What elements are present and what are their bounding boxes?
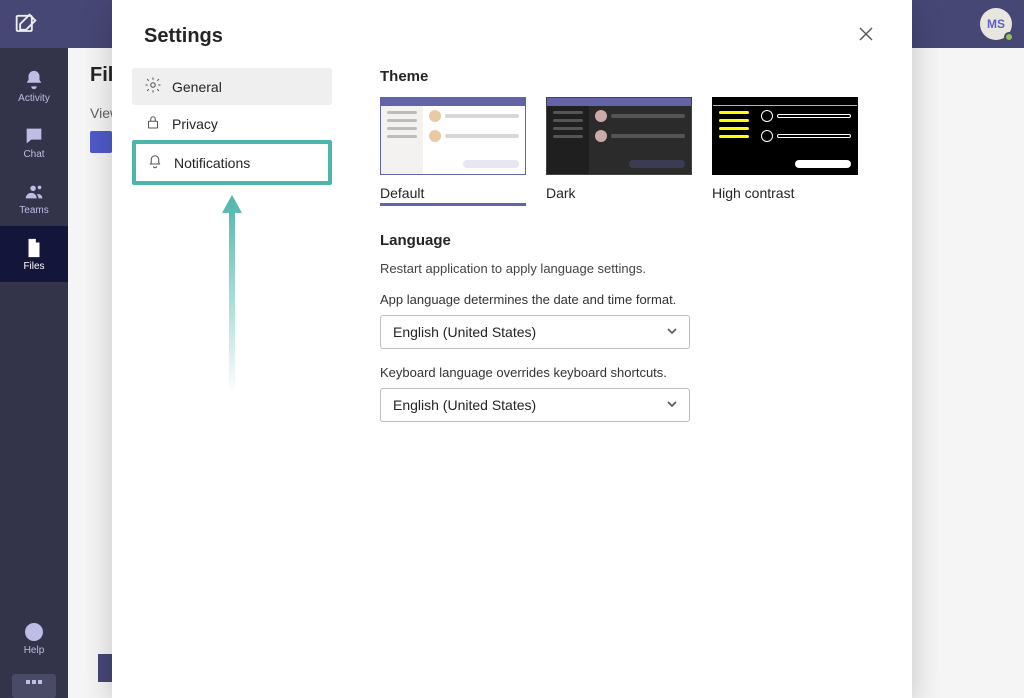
settings-content: Theme xyxy=(380,68,880,698)
app-language-desc: App language determines the date and tim… xyxy=(380,292,880,307)
keyboard-language-select[interactable]: English (United States) xyxy=(380,388,690,422)
select-value: English (United States) xyxy=(393,397,536,413)
modal-overlay: Settings General xyxy=(0,0,1024,698)
settings-nav-general[interactable]: General xyxy=(132,68,332,105)
callout-highlight: Notifications xyxy=(132,140,332,185)
theme-preview-high-contrast xyxy=(712,97,858,175)
theme-section-title: Theme xyxy=(380,68,880,85)
settings-nav: General Privacy Notifications xyxy=(132,68,332,698)
language-section-title: Language xyxy=(380,232,880,249)
keyboard-language-desc: Keyboard language overrides keyboard sho… xyxy=(380,365,880,380)
app-language-select[interactable]: English (United States) xyxy=(380,315,690,349)
language-restart-hint: Restart application to apply language se… xyxy=(380,261,880,276)
theme-preview-default xyxy=(380,97,526,175)
settings-modal: Settings General xyxy=(112,0,912,698)
settings-nav-notifications[interactable]: Notifications xyxy=(136,144,328,181)
settings-nav-privacy[interactable]: Privacy xyxy=(132,105,332,142)
settings-title: Settings xyxy=(144,25,223,48)
close-icon xyxy=(859,27,873,46)
close-button[interactable] xyxy=(852,22,880,50)
theme-option-high-contrast[interactable]: High contrast xyxy=(712,97,858,206)
theme-option-dark[interactable]: Dark xyxy=(546,97,692,206)
callout-arrow xyxy=(132,195,332,395)
theme-label: Dark xyxy=(546,185,692,201)
theme-option-default[interactable]: Default xyxy=(380,97,526,206)
lock-icon xyxy=(144,113,162,134)
gear-icon xyxy=(144,76,162,97)
chevron-down-icon xyxy=(665,397,679,414)
nav-label: Notifications xyxy=(174,155,250,171)
select-value: English (United States) xyxy=(393,324,536,340)
chevron-down-icon xyxy=(665,324,679,341)
theme-label: Default xyxy=(380,185,526,201)
theme-preview-dark xyxy=(546,97,692,175)
nav-label: Privacy xyxy=(172,116,218,132)
theme-options: Default xyxy=(380,97,880,206)
nav-label: General xyxy=(172,79,222,95)
theme-label: High contrast xyxy=(712,185,858,201)
bell-icon xyxy=(146,152,164,173)
